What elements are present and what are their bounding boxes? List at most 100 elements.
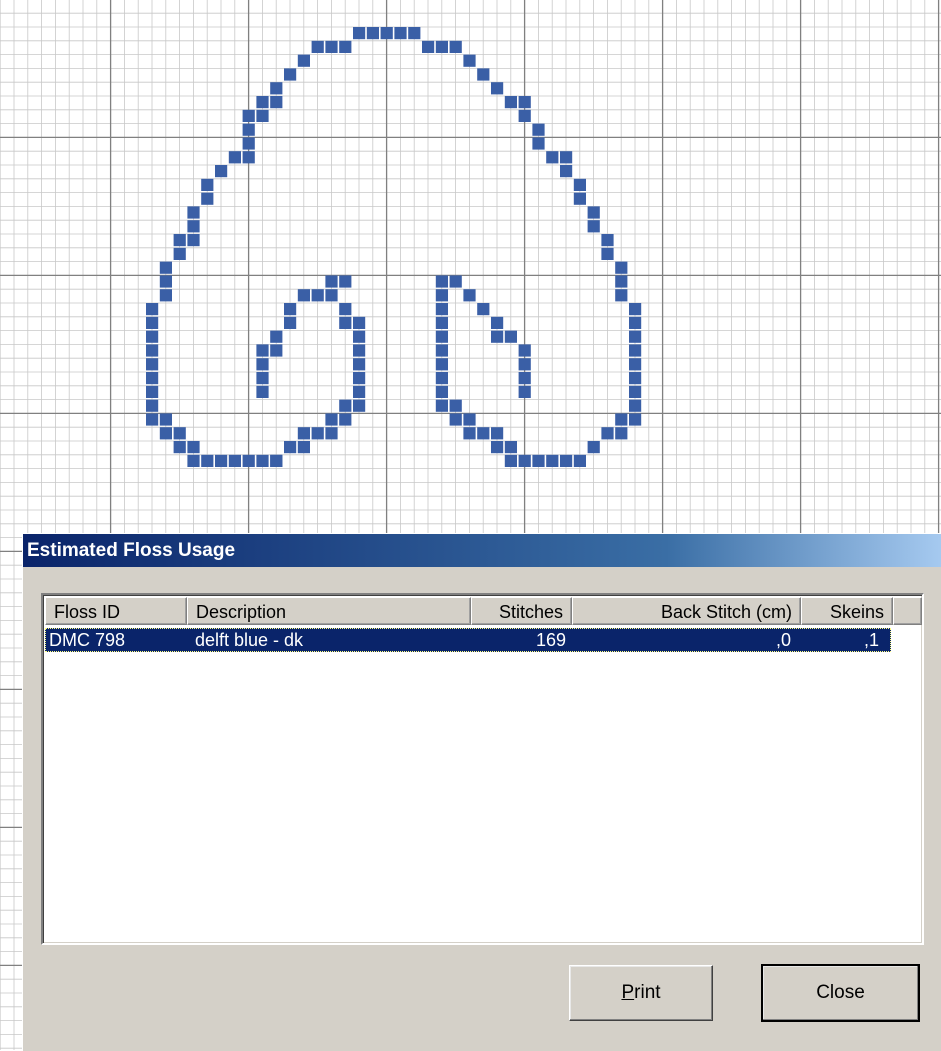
stitch xyxy=(560,454,573,467)
stitch xyxy=(353,372,366,385)
column-header-description[interactable]: Description xyxy=(187,597,471,625)
stitch xyxy=(629,385,642,398)
stitch-group xyxy=(146,27,642,467)
stitch xyxy=(146,316,159,329)
stitch xyxy=(504,96,517,109)
stitch xyxy=(270,344,283,357)
skeins-cell: ,1 xyxy=(863,630,879,650)
close-button[interactable]: Close xyxy=(761,964,920,1022)
stitch xyxy=(173,427,186,440)
stitch xyxy=(297,289,310,302)
stitch xyxy=(284,303,297,316)
stitch xyxy=(601,427,614,440)
stitch xyxy=(228,151,241,164)
stitch xyxy=(518,385,531,398)
stitch xyxy=(187,234,200,247)
stitch xyxy=(159,289,172,302)
stitch xyxy=(256,372,269,385)
print-button[interactable]: Print xyxy=(569,965,713,1021)
stitch xyxy=(242,151,255,164)
stitch xyxy=(159,275,172,288)
stitch xyxy=(422,40,435,53)
stitch xyxy=(504,330,517,343)
stitch xyxy=(477,303,490,316)
floss-list[interactable]: Floss ID Description Stitches Back Stitc… xyxy=(41,593,924,945)
stitch xyxy=(146,344,159,357)
column-header-stitches[interactable]: Stitches xyxy=(471,597,572,625)
stitch xyxy=(491,82,504,95)
stitch xyxy=(187,441,200,454)
stitch xyxy=(435,316,448,329)
stitch xyxy=(146,372,159,385)
stitch xyxy=(311,40,324,53)
stitch xyxy=(449,399,462,412)
stitch xyxy=(449,413,462,426)
stitch xyxy=(435,330,448,343)
stitch xyxy=(546,151,559,164)
stitch xyxy=(242,109,255,122)
stitch xyxy=(615,275,628,288)
stitch xyxy=(297,54,310,67)
stitch xyxy=(146,399,159,412)
stitch xyxy=(601,234,614,247)
stitch xyxy=(435,344,448,357)
stitch xyxy=(629,358,642,371)
column-header-back-stitch[interactable]: Back Stitch (cm) xyxy=(572,597,801,625)
stitches-cell: 169 xyxy=(535,630,566,650)
stitch xyxy=(270,82,283,95)
stitch xyxy=(408,27,421,40)
stitch xyxy=(504,441,517,454)
stitch xyxy=(270,454,283,467)
stitch xyxy=(629,330,642,343)
stitch xyxy=(256,385,269,398)
column-header-skeins[interactable]: Skeins xyxy=(801,597,893,625)
stitch xyxy=(256,109,269,122)
stitch xyxy=(573,178,586,191)
stitch xyxy=(629,344,642,357)
print-mnemonic: P xyxy=(621,982,635,1003)
column-header-floss-id[interactable]: Floss ID xyxy=(45,597,187,625)
stitch xyxy=(146,385,159,398)
stitch xyxy=(573,192,586,205)
stitch xyxy=(242,137,255,150)
stitch xyxy=(587,206,600,219)
stitch xyxy=(146,358,159,371)
stitch xyxy=(173,247,186,260)
stitch xyxy=(353,316,366,329)
print-button-label: Print xyxy=(621,982,660,1003)
stitch xyxy=(353,330,366,343)
list-item[interactable]: DMC 798 delft blue - dk 169 ,0 ,1 xyxy=(45,628,891,652)
stitch xyxy=(629,372,642,385)
stitch xyxy=(435,399,448,412)
stitch xyxy=(339,316,352,329)
stitch xyxy=(491,441,504,454)
stitch xyxy=(325,413,338,426)
stitch xyxy=(256,344,269,357)
stitch xyxy=(435,40,448,53)
stitch xyxy=(325,40,338,53)
stitch xyxy=(173,441,186,454)
print-label-rest: rint xyxy=(634,982,661,1003)
stitch xyxy=(491,316,504,329)
stitch xyxy=(242,123,255,136)
stitch xyxy=(477,427,490,440)
stitch xyxy=(587,220,600,233)
stitch xyxy=(491,427,504,440)
stitch xyxy=(201,178,214,191)
stitch xyxy=(380,27,393,40)
column-header-filler xyxy=(893,597,922,625)
stitch xyxy=(339,399,352,412)
stitch xyxy=(311,427,324,440)
stitch xyxy=(159,261,172,274)
stitch xyxy=(463,289,476,302)
stitch xyxy=(325,275,338,288)
floss-id-cell: DMC 798 xyxy=(49,630,126,650)
stitch xyxy=(284,68,297,81)
stitch xyxy=(629,303,642,316)
stitch xyxy=(518,358,531,371)
stitch xyxy=(629,399,642,412)
list-header: Floss ID Description Stitches Back Stitc… xyxy=(45,597,922,627)
stitch xyxy=(463,413,476,426)
stitch xyxy=(435,385,448,398)
stitch xyxy=(311,289,324,302)
